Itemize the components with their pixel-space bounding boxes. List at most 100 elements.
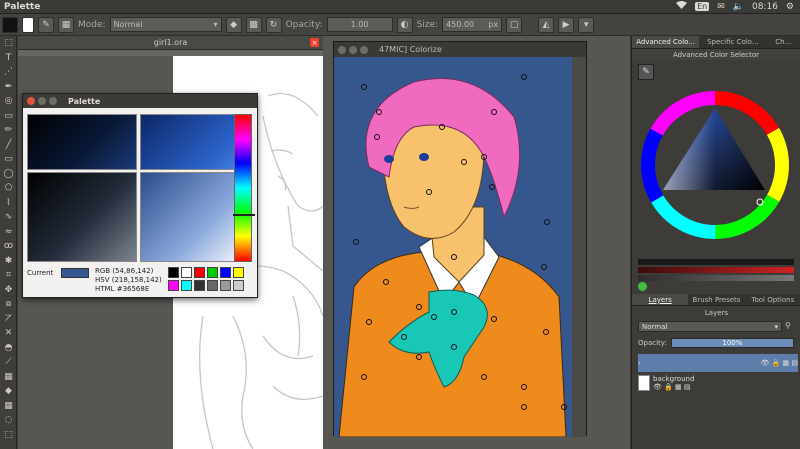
hue-slider[interactable] [233, 114, 255, 262]
contiguous-select-icon[interactable]: ⬚ [0, 428, 17, 443]
smart-patch-icon[interactable]: ◆ [0, 384, 17, 399]
fill-tool-icon[interactable]: ◓ [0, 341, 17, 356]
layer-visibility-icon[interactable]: 👁 🔒 ▦ ▤ [760, 359, 798, 367]
shade-area-top-left[interactable] [27, 114, 137, 170]
palette-titlebar[interactable]: Palette [23, 94, 257, 108]
minimize-icon[interactable] [38, 97, 46, 105]
grid-icon[interactable]: ▦ [58, 16, 74, 33]
ellipse-select-icon[interactable]: ◌ [0, 413, 17, 428]
color-swatch[interactable] [207, 267, 218, 278]
color-swatch[interactable] [168, 267, 179, 278]
palette-dialog[interactable]: Palette Current RGB (54,86,142) HSV (218… [22, 93, 258, 298]
reload-icon[interactable]: ↻ [265, 16, 282, 33]
history-bar[interactable] [638, 259, 794, 265]
layer-expand-icon[interactable]: › [638, 359, 648, 367]
polygon-tool-icon[interactable]: ⬠ [0, 181, 17, 196]
colorize-scrollbar[interactable] [572, 57, 586, 437]
colorized-artwork[interactable] [334, 57, 572, 437]
assistant-tool-icon[interactable]: ✕ [0, 326, 17, 341]
measure-tool-icon[interactable]: ⦢ [0, 312, 17, 327]
eyedropper-icon[interactable]: ✎ [638, 64, 654, 80]
pattern-edit-icon[interactable]: ▭ [0, 109, 17, 124]
lock-size-icon[interactable]: ▢ [506, 16, 523, 33]
color-swatch[interactable] [181, 267, 192, 278]
color-history[interactable] [638, 259, 794, 283]
tab-tool-options[interactable]: Tool Options [745, 294, 800, 305]
volume-icon[interactable]: 🔈 [733, 2, 744, 12]
history-bar[interactable] [638, 267, 794, 273]
tab-advanced-color[interactable]: Advanced Colo... [632, 36, 700, 48]
layer-row[interactable]: background 👁 🔒 ▦ ▤ [638, 374, 798, 392]
settings-icon[interactable]: ⚙ [786, 2, 794, 12]
move-tool-icon[interactable]: ✥ [0, 283, 17, 298]
transform-tool-icon[interactable]: ⧈ [0, 297, 17, 312]
hue-slider-handle[interactable] [233, 214, 255, 216]
color-picker-icon[interactable]: ⟋ [0, 355, 17, 370]
mirror-horizontal-icon[interactable]: ◭ [538, 16, 555, 33]
mode-select[interactable]: Normal ▾ [109, 17, 222, 32]
mail-icon[interactable]: ✉ [717, 2, 725, 12]
tab-brush-presets[interactable]: Brush Presets [688, 294, 744, 305]
color-swatch[interactable] [207, 280, 218, 291]
foreground-color-button[interactable] [2, 16, 18, 33]
keyboard-layout[interactable]: En [695, 2, 710, 11]
top-panel: Palette En ✉ 🔈 08:16 ⚙ [0, 0, 800, 14]
minimize-icon[interactable] [349, 45, 357, 54]
color-swatch[interactable] [220, 280, 231, 291]
menu-icon[interactable]: ▾ [578, 16, 595, 33]
size-input[interactable]: 450.00 px [442, 17, 503, 32]
opacity-input[interactable]: 1.00 [326, 17, 393, 32]
ellipse-tool-icon[interactable]: ◯ [0, 167, 17, 182]
preserve-alpha-icon[interactable]: ▩ [245, 16, 262, 33]
colorize-titlebar[interactable]: 47MIC] Colorize [334, 42, 586, 57]
color-swatch[interactable] [168, 280, 179, 291]
tab-channels[interactable]: Ch... [766, 36, 800, 48]
color-swatch[interactable] [220, 267, 231, 278]
color-swatch[interactable] [194, 267, 205, 278]
clock[interactable]: 08:16 [752, 2, 778, 12]
eraser-mode-icon[interactable]: ◆ [225, 16, 242, 33]
multibrush-icon[interactable]: ✱ [0, 254, 17, 269]
background-color-button[interactable] [22, 16, 34, 33]
color-swatch[interactable] [233, 280, 244, 291]
tab-layers[interactable]: Layers [632, 294, 689, 305]
brush-preset-icon[interactable]: ✎ [38, 16, 54, 33]
color-wheel[interactable] [640, 90, 790, 240]
edit-shapes-icon[interactable]: ⋰ [0, 65, 17, 80]
calligraphy-icon[interactable]: ✒ [0, 80, 17, 95]
maximize-icon[interactable] [360, 45, 368, 54]
document-tab[interactable]: girl1.ora × [18, 36, 323, 50]
color-swatch[interactable] [181, 280, 192, 291]
shade-area-bottom-left[interactable] [27, 172, 137, 262]
lock-icon[interactable]: ◐ [396, 16, 413, 33]
layer-opacity-slider[interactable]: 100% [670, 337, 794, 348]
history-bar[interactable] [638, 275, 794, 281]
line-tool-icon[interactable]: ╱ [0, 138, 17, 153]
filter-icon[interactable]: ⚲ [785, 321, 797, 332]
tab-specific-color[interactable]: Specific Colo... [699, 36, 766, 48]
brush-tool-icon[interactable]: ✏ [0, 123, 17, 138]
wifi-icon[interactable] [676, 0, 688, 13]
gradient-tool-icon[interactable]: ▦ [0, 370, 17, 385]
mirror-vertical-icon[interactable]: ▶ [558, 16, 575, 33]
color-swatch[interactable] [233, 267, 244, 278]
maximize-icon[interactable] [49, 97, 57, 105]
bezier-tool-icon[interactable]: ∿ [0, 210, 17, 225]
text-tool-icon[interactable]: T [0, 51, 17, 66]
select-shapes-icon[interactable]: ⬚ [0, 36, 17, 51]
blend-mode-select[interactable]: Normal ▾ [638, 321, 782, 332]
layer-visibility-icon[interactable]: 👁 🔒 ▦ ▤ [653, 383, 694, 391]
rect-select-icon[interactable]: ▦ [0, 399, 17, 414]
crop-tool-icon[interactable]: ⌗ [0, 268, 17, 283]
close-icon[interactable]: × [310, 38, 319, 47]
layer-row[interactable]: › 👁 🔒 ▦ ▤ [638, 354, 798, 372]
close-icon[interactable] [338, 45, 346, 54]
freehand-path-icon[interactable]: ≈ [0, 225, 17, 240]
color-swatch[interactable] [194, 280, 205, 291]
gradient-edit-icon[interactable]: ◎ [0, 94, 17, 109]
colorize-window[interactable]: 47MIC] Colorize [333, 41, 587, 437]
close-icon[interactable] [27, 97, 35, 105]
rectangle-tool-icon[interactable]: ▭ [0, 152, 17, 167]
dynamic-brush-icon[interactable]: ꝏ [0, 239, 17, 254]
polyline-tool-icon[interactable]: ⌇ [0, 196, 17, 211]
